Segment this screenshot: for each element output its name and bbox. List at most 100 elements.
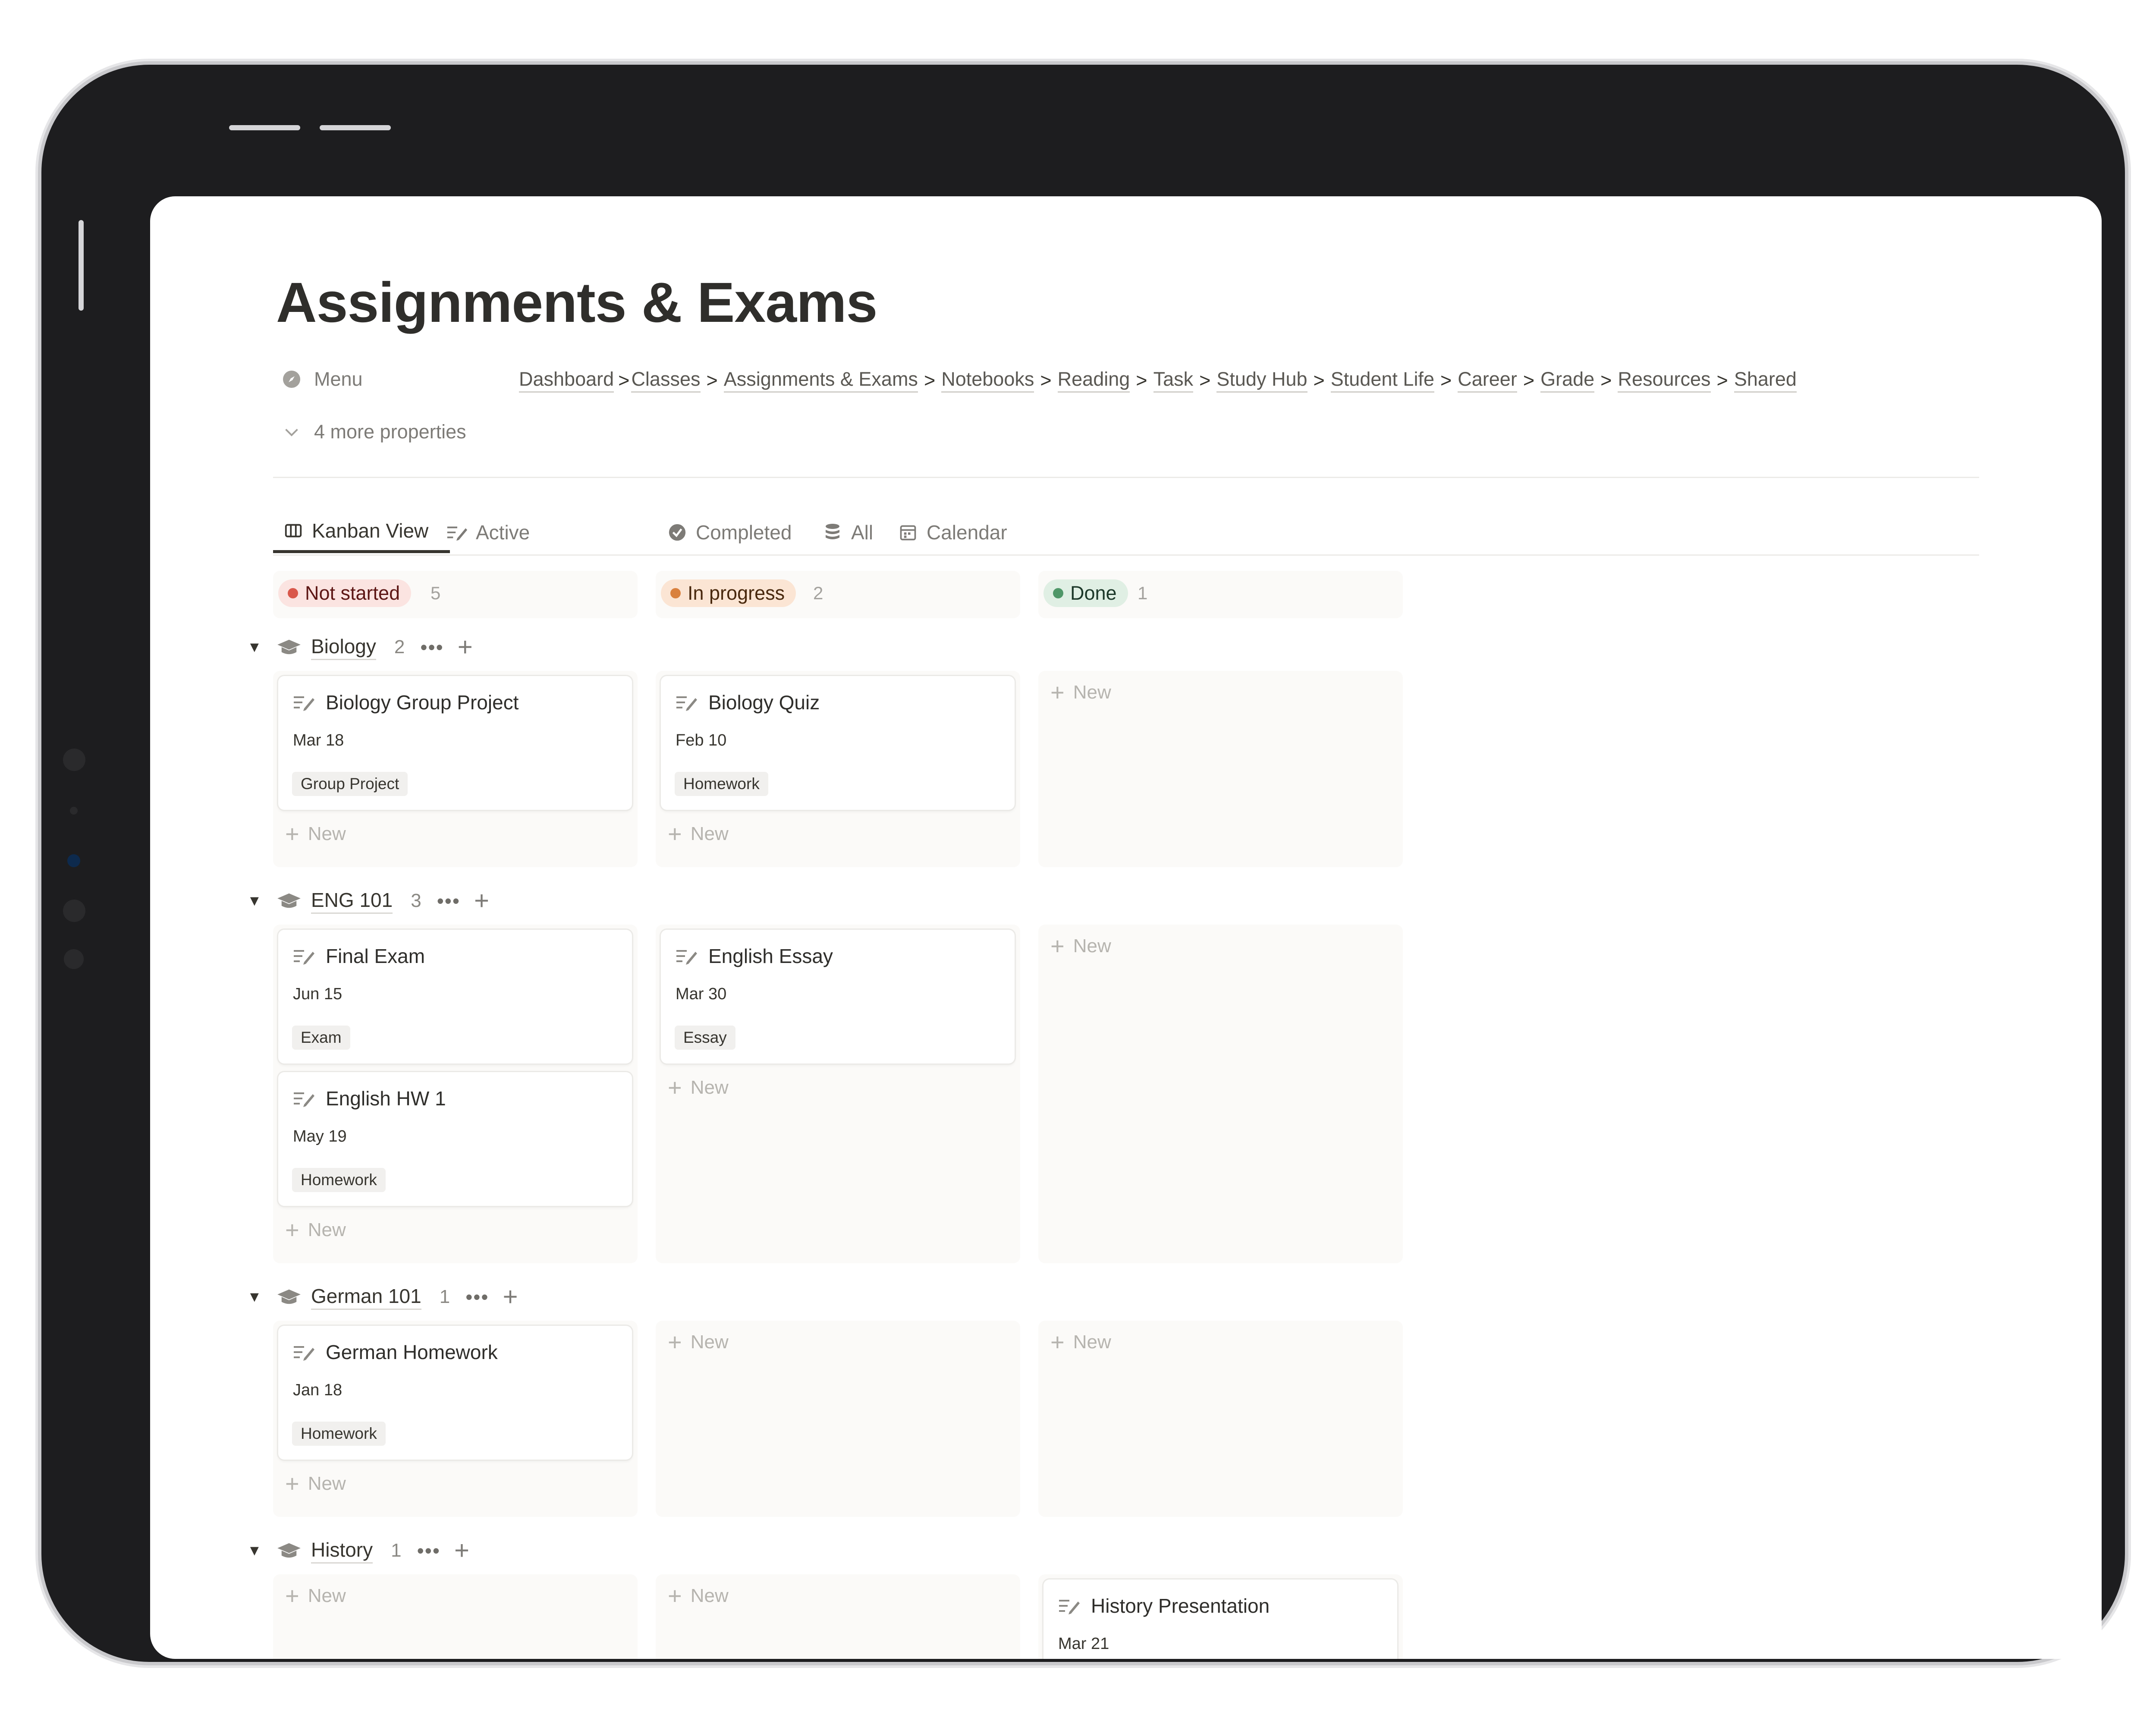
- breadcrumb-link[interactable]: Assignments & Exams: [723, 368, 918, 393]
- group-name[interactable]: Biology: [311, 635, 376, 660]
- breadcrumb-link[interactable]: Classes: [631, 368, 701, 393]
- card-title: Final Exam: [292, 944, 425, 968]
- caret-down-icon[interactable]: ▼: [247, 639, 268, 656]
- add-icon[interactable]: +: [458, 634, 473, 660]
- new-card-button[interactable]: + New: [1050, 680, 1111, 705]
- camera-dot: [70, 807, 78, 815]
- breadcrumb-separator: >: [1600, 369, 1612, 391]
- more-options-icon[interactable]: •••: [420, 636, 443, 659]
- more-options-icon[interactable]: •••: [465, 1285, 489, 1309]
- card-tag: Group Project: [292, 772, 408, 796]
- group-name[interactable]: ENG 101: [311, 888, 393, 914]
- tab-all[interactable]: All: [821, 511, 873, 553]
- lane-biology-in-progress: Biology Quiz Feb 10 Homework + New: [656, 671, 1020, 867]
- group-name[interactable]: History: [311, 1538, 373, 1564]
- new-card-button[interactable]: + New: [668, 1076, 729, 1100]
- new-label: New: [308, 1473, 346, 1494]
- new-card-button[interactable]: + New: [668, 1330, 729, 1354]
- new-card-button[interactable]: + New: [285, 1472, 346, 1496]
- more-options-icon[interactable]: •••: [437, 889, 460, 912]
- new-label: New: [690, 823, 729, 844]
- breadcrumb-link[interactable]: Notebooks: [941, 368, 1034, 393]
- status-badge-not-started[interactable]: Not started: [278, 579, 412, 607]
- group-name[interactable]: German 101: [311, 1284, 421, 1310]
- breadcrumb-separator: >: [618, 369, 630, 391]
- lane-german-101-done: + New: [1038, 1321, 1403, 1517]
- breadcrumb-link[interactable]: Student Life: [1330, 368, 1434, 393]
- lane-biology-not-started: Biology Group Project Mar 18 Group Proje…: [273, 671, 638, 867]
- card-biology-quiz[interactable]: Biology Quiz Feb 10 Homework: [661, 676, 1015, 810]
- tab-calendar[interactable]: Calendar: [896, 511, 1007, 553]
- breadcrumb: Dashboard > Classes > Assignments & Exams > No…: [519, 368, 1797, 393]
- new-card-button[interactable]: + New: [285, 822, 346, 846]
- card-title-text: English HW 1: [326, 1087, 446, 1110]
- plus-icon: +: [668, 820, 682, 847]
- add-icon[interactable]: +: [503, 1284, 518, 1310]
- breadcrumb-link[interactable]: Resources: [1618, 368, 1711, 393]
- new-card-button[interactable]: + New: [1050, 1330, 1111, 1354]
- card-title: German Homework: [292, 1340, 498, 1364]
- caret-down-icon[interactable]: ▼: [247, 1289, 268, 1306]
- tablet-frame: Assignments & Exams Menu Dashboard > Class…: [41, 65, 2125, 1662]
- plus-icon: +: [668, 1074, 682, 1101]
- lane-history-in-progress: + New: [656, 1574, 1020, 1659]
- breadcrumb-link[interactable]: Shared: [1734, 368, 1797, 393]
- card-history-presentation[interactable]: History Presentation Mar 21: [1043, 1580, 1397, 1659]
- lane-german-101-not-started: German Homework Jan 18 Homework + New: [273, 1321, 638, 1517]
- task-edit-icon: [675, 692, 701, 713]
- camera-dot: [64, 949, 84, 969]
- new-label: New: [308, 823, 346, 844]
- column-header-not-started: Not started 5: [273, 571, 638, 618]
- card-german-homework[interactable]: German Homework Jan 18 Homework: [278, 1326, 632, 1460]
- breadcrumb-separator: >: [1199, 369, 1211, 391]
- more-options-icon[interactable]: •••: [417, 1539, 440, 1562]
- more-properties-toggle[interactable]: 4 more properties: [280, 421, 466, 443]
- breadcrumb-link[interactable]: Career: [1458, 368, 1517, 393]
- column-count: 1: [1138, 583, 1148, 603]
- card-biology-group-project[interactable]: Biology Group Project Mar 18 Group Proje…: [278, 676, 632, 810]
- page-title: Assignments & Exams: [276, 271, 877, 334]
- task-edit-icon: [292, 946, 318, 966]
- breadcrumb-link[interactable]: Study Hub: [1216, 368, 1307, 393]
- tab-kanban-view[interactable]: Kanban View: [273, 511, 450, 553]
- breadcrumb-separator: >: [706, 369, 718, 391]
- breadcrumb-link[interactable]: Grade: [1540, 368, 1595, 393]
- breadcrumb-link[interactable]: Task: [1153, 368, 1194, 393]
- menu-property[interactable]: Menu: [280, 368, 363, 390]
- camera-lens-icon: [67, 854, 80, 867]
- card-english-hw-1[interactable]: English HW 1 May 19 Homework: [278, 1072, 632, 1206]
- caret-down-icon[interactable]: ▼: [247, 1542, 268, 1559]
- new-card-button[interactable]: + New: [668, 1584, 729, 1608]
- compass-icon: [280, 368, 303, 390]
- tab-active[interactable]: Active: [446, 511, 530, 553]
- graduation-cap-icon: [277, 635, 303, 659]
- add-icon[interactable]: +: [454, 1538, 469, 1564]
- card-final-exam[interactable]: Final Exam Jun 15 Exam: [278, 930, 632, 1064]
- new-card-button[interactable]: + New: [285, 1584, 346, 1608]
- group-count: 1: [439, 1286, 450, 1307]
- new-card-button[interactable]: + New: [1050, 934, 1111, 958]
- group-count: 1: [391, 1540, 402, 1561]
- app-screen: Assignments & Exams Menu Dashboard > Class…: [150, 196, 2102, 1659]
- plus-icon: +: [668, 1328, 682, 1356]
- card-english-essay[interactable]: English Essay Mar 30 Essay: [661, 930, 1015, 1064]
- breadcrumb-link[interactable]: Dashboard: [519, 368, 614, 393]
- caret-down-icon[interactable]: ▼: [247, 893, 268, 909]
- new-card-button[interactable]: + New: [668, 822, 729, 846]
- card-tag: Homework: [675, 772, 768, 796]
- status-dot: [1053, 588, 1063, 598]
- status-badge-done[interactable]: Done: [1043, 579, 1128, 607]
- menu-label: Menu: [314, 368, 363, 390]
- status-badge-in-progress[interactable]: In progress: [661, 579, 796, 607]
- new-card-button[interactable]: + New: [285, 1218, 346, 1242]
- breadcrumb-link[interactable]: Reading: [1057, 368, 1130, 393]
- volume-button: [229, 125, 300, 130]
- card-tag: Homework: [292, 1168, 386, 1192]
- tab-completed[interactable]: Completed: [666, 511, 792, 553]
- breadcrumb-separator: >: [1440, 369, 1452, 391]
- database-icon: [821, 521, 844, 544]
- lane-biology-done: + New: [1038, 671, 1403, 867]
- card-title: English HW 1: [292, 1087, 446, 1110]
- new-label: New: [1073, 1331, 1111, 1353]
- add-icon[interactable]: +: [474, 888, 489, 914]
